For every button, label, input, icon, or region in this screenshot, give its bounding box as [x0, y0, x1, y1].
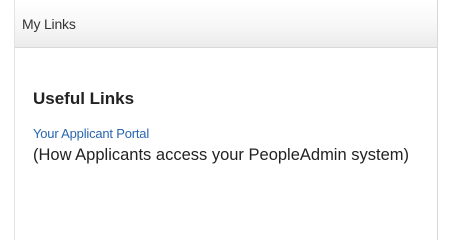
- panel-header: My Links: [15, 0, 437, 48]
- applicant-portal-link[interactable]: Your Applicant Portal: [33, 126, 149, 142]
- link-description: (How Applicants access your PeopleAdmin …: [33, 146, 409, 164]
- panel-body: Useful Links Your Applicant Portal (How …: [15, 89, 437, 165]
- my-links-panel: My Links Useful Links Your Applicant Por…: [14, 0, 438, 240]
- panel-title: My Links: [22, 15, 76, 32]
- section-heading: Useful Links: [33, 89, 135, 108]
